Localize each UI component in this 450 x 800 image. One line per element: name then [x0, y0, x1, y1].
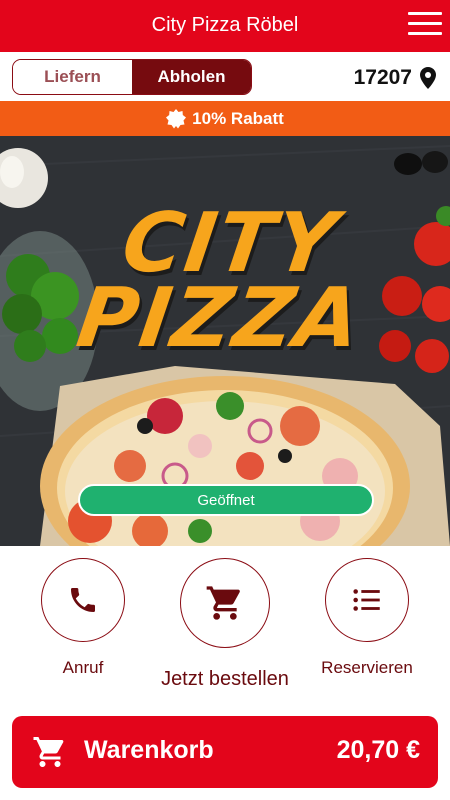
order-now-button[interactable] — [180, 558, 270, 648]
cart-button[interactable]: Warenkorb 20,70 € — [12, 716, 438, 788]
discount-banner: 10% Rabatt — [0, 101, 450, 136]
phone-icon — [71, 588, 95, 612]
hamburger-menu-icon[interactable] — [408, 12, 442, 38]
reserve-label: Reservieren — [321, 658, 413, 677]
pickup-option[interactable]: Abholen — [132, 60, 251, 94]
quick-actions: Anruf Jetzt bestellen Reservieren — [0, 546, 450, 706]
hero-banner: CITY PIZZA Geöffnet — [0, 136, 450, 546]
location-pin-icon — [420, 67, 436, 89]
order-now-label: Jetzt bestellen — [161, 668, 289, 690]
cart-icon — [33, 737, 64, 767]
page-title: City Pizza Röbel — [151, 14, 299, 36]
brand-logo: CITY PIZZA — [71, 196, 368, 367]
order-mode-bar: Liefern Abholen 17207 — [0, 52, 450, 101]
call-button[interactable] — [41, 558, 125, 642]
cart-total: 20,70 € — [336, 736, 420, 764]
cart-label: Warenkorb — [84, 736, 214, 764]
call-action[interactable]: Anruf — [13, 558, 153, 678]
list-icon — [353, 589, 380, 611]
delivery-option[interactable]: Liefern — [13, 60, 132, 94]
zip-selector[interactable]: 17207 — [354, 66, 436, 90]
badge-icon — [166, 108, 187, 128]
discount-text: 10% Rabatt — [192, 108, 284, 128]
reserve-button[interactable] — [325, 558, 409, 642]
cart-icon — [206, 586, 240, 620]
delivery-pickup-toggle: Liefern Abholen — [12, 59, 252, 95]
call-label: Anruf — [62, 658, 104, 677]
zip-code: 17207 — [353, 66, 412, 89]
reserve-action[interactable]: Reservieren — [297, 558, 437, 678]
open-status-badge: Geöffnet — [78, 484, 374, 516]
order-now-action[interactable]: Jetzt bestellen — [155, 558, 295, 691]
app-header: City Pizza Röbel — [0, 0, 450, 52]
